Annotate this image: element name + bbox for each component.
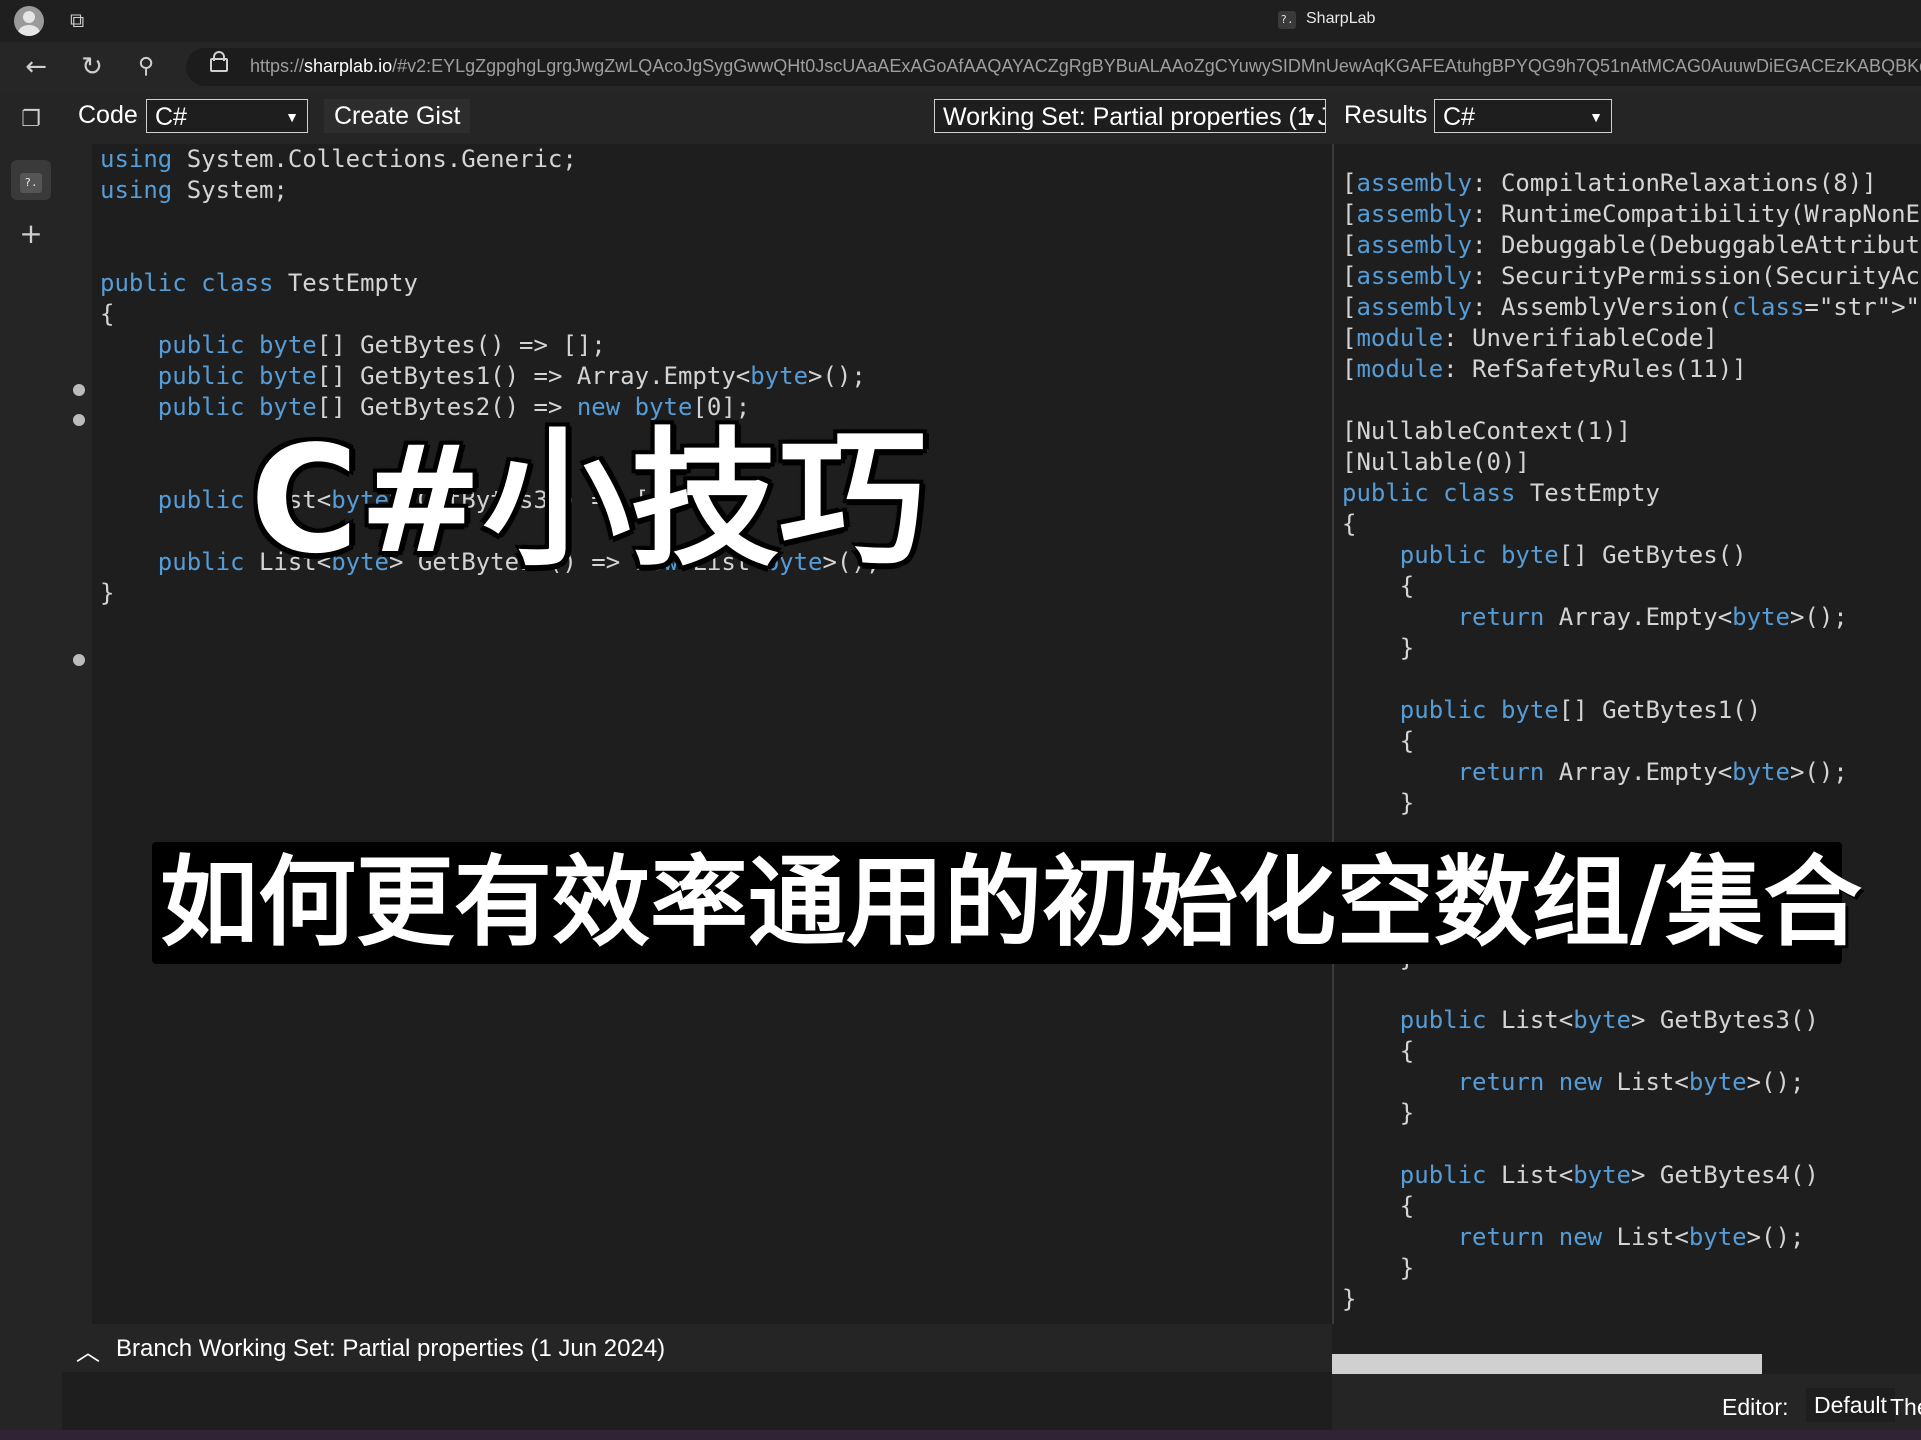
- overlay-subtitle: 如何更有效率通用的初始化空数组/集合: [160, 846, 1862, 960]
- result-line[interactable]: public byte[] GetBytes(): [1342, 540, 1921, 571]
- editor-label: Editor:: [1722, 1394, 1789, 1420]
- result-line[interactable]: [assembly: AssemblyVersion(class="str">"…: [1342, 292, 1921, 323]
- result-line[interactable]: [module: UnverifiableCode]: [1342, 323, 1921, 354]
- result-line[interactable]: return new List<byte>();: [1342, 1222, 1921, 1253]
- code-label: Code: [78, 101, 138, 129]
- code-line[interactable]: using System;: [100, 175, 880, 206]
- horizontal-scrollbar[interactable]: [1332, 1354, 1762, 1374]
- code-line[interactable]: public byte[] GetBytes() => [];: [100, 330, 880, 361]
- address-bar: ← ↻ ⚲ https://sharplab.io/#v2:EYLgZgpghg…: [0, 42, 1921, 92]
- result-line[interactable]: {: [1342, 726, 1921, 757]
- profile-avatar-icon[interactable]: [14, 6, 44, 36]
- results-pane[interactable]: [assembly: CompilationRelaxations(8)] [as…: [1332, 144, 1921, 1324]
- result-line[interactable]: public List<byte> GetBytes4(): [1342, 1160, 1921, 1191]
- code-editor[interactable]: using System.Collections.Generic; using S…: [62, 144, 1332, 1324]
- lightbulb-hint-icon[interactable]: [73, 384, 85, 396]
- result-line[interactable]: [assembly: Debuggable(DebuggableAttribut…: [1342, 230, 1921, 261]
- result-line[interactable]: [assembly: SecurityPermission(SecurityAc…: [1342, 261, 1921, 292]
- window-title: SharpLab: [1306, 10, 1376, 27]
- url-field[interactable]: https://sharplab.io/#v2:EYLgZgpghgLgrgJw…: [186, 48, 1921, 86]
- result-line[interactable]: {: [1342, 509, 1921, 540]
- editor-gutter: [62, 144, 92, 1324]
- chevron-down-icon: ▼: [285, 109, 299, 125]
- overlay-title: C#小技巧: [250, 414, 927, 586]
- chevron-down-icon: ▼: [1303, 109, 1317, 125]
- lightbulb-hint-icon[interactable]: [73, 654, 85, 666]
- create-gist-button[interactable]: Create Gist: [324, 99, 471, 133]
- sharplab-favicon-icon: ?.: [1278, 11, 1296, 29]
- result-line[interactable]: public List<byte> GetBytes3(): [1342, 1005, 1921, 1036]
- vertical-tabs-sidebar: ❐ ?. +: [0, 92, 62, 1440]
- result-line[interactable]: [1342, 974, 1921, 1005]
- result-line[interactable]: }: [1342, 1098, 1921, 1129]
- result-line[interactable]: }: [1342, 1253, 1921, 1284]
- branch-select[interactable]: Working Set: Partial properties (1 J ▼: [934, 99, 1326, 133]
- code-line[interactable]: {: [100, 299, 880, 330]
- result-line[interactable]: return Array.Empty<byte>();: [1342, 602, 1921, 633]
- result-line[interactable]: [module: RefSafetyRules(11)]: [1342, 354, 1921, 385]
- lightbulb-hint-icon[interactable]: [73, 414, 85, 426]
- taskbar-strip: [0, 1430, 1921, 1440]
- result-line[interactable]: {: [1342, 1036, 1921, 1067]
- result-line[interactable]: [1342, 385, 1921, 416]
- editor-mode-select[interactable]: Default: [1806, 1388, 1895, 1422]
- code-line[interactable]: public class TestEmpty: [100, 268, 880, 299]
- browser-title-bar: ⧉ ?. SharpLab: [0, 0, 1921, 42]
- decompiled-output[interactable]: [assembly: CompilationRelaxations(8)] [as…: [1342, 168, 1921, 1315]
- workspaces-icon[interactable]: ⧉: [70, 8, 94, 32]
- sharplab-app: Code C# ▼ Create Gist Working Set: Partia…: [62, 92, 1921, 1440]
- tab-actions-icon[interactable]: ❐: [11, 100, 51, 140]
- branch-info[interactable]: Branch Working Set: Partial properties (…: [116, 1335, 665, 1363]
- code-line[interactable]: [100, 206, 880, 237]
- theme-label: Theme:: [1890, 1394, 1921, 1420]
- result-line[interactable]: }: [1342, 1284, 1921, 1315]
- code-language-select[interactable]: C# ▼: [146, 99, 308, 133]
- results-language-select[interactable]: C# ▼: [1434, 99, 1612, 133]
- result-line[interactable]: [1342, 664, 1921, 695]
- chevron-up-icon[interactable]: ︿: [76, 1332, 100, 1367]
- result-line[interactable]: [1342, 1129, 1921, 1160]
- result-line[interactable]: }: [1342, 788, 1921, 819]
- result-line[interactable]: [assembly: RuntimeCompatibility(WrapNonE…: [1342, 199, 1921, 230]
- reload-icon[interactable]: ↻: [76, 51, 108, 83]
- result-line[interactable]: {: [1342, 571, 1921, 602]
- chevron-down-icon: ▼: [1589, 109, 1603, 125]
- result-line[interactable]: [NullableContext(1)]: [1342, 416, 1921, 447]
- result-line[interactable]: public byte[] GetBytes1(): [1342, 695, 1921, 726]
- result-line[interactable]: [assembly: CompilationRelaxations(8)]: [1342, 168, 1921, 199]
- result-line[interactable]: }: [1342, 633, 1921, 664]
- code-line[interactable]: [100, 237, 880, 268]
- result-line[interactable]: [Nullable(0)]: [1342, 447, 1921, 478]
- result-line[interactable]: public class TestEmpty: [1342, 478, 1921, 509]
- sidebar-tab-sharplab[interactable]: ?.: [11, 160, 51, 200]
- code-line[interactable]: public byte[] GetBytes1() => Array.Empty…: [100, 361, 880, 392]
- search-icon[interactable]: ⚲: [130, 51, 162, 83]
- url-text[interactable]: https://sharplab.io/#v2:EYLgZgpghgLgrgJw…: [250, 56, 1921, 77]
- result-line[interactable]: return Array.Empty<byte>();: [1342, 757, 1921, 788]
- result-line[interactable]: {: [1342, 1191, 1921, 1222]
- lock-icon[interactable]: [210, 51, 228, 72]
- branch-status-bar[interactable]: ︿ Branch Working Set: Partial properties…: [62, 1324, 1332, 1372]
- app-toolbar: Code C# ▼ Create Gist Working Set: Partia…: [62, 92, 1921, 144]
- result-line[interactable]: return new List<byte>();: [1342, 1067, 1921, 1098]
- results-label: Results: [1344, 101, 1428, 129]
- code-line[interactable]: using System.Collections.Generic;: [100, 144, 880, 175]
- new-tab-plus-icon[interactable]: +: [11, 214, 51, 254]
- back-arrow-icon[interactable]: ←: [20, 51, 52, 83]
